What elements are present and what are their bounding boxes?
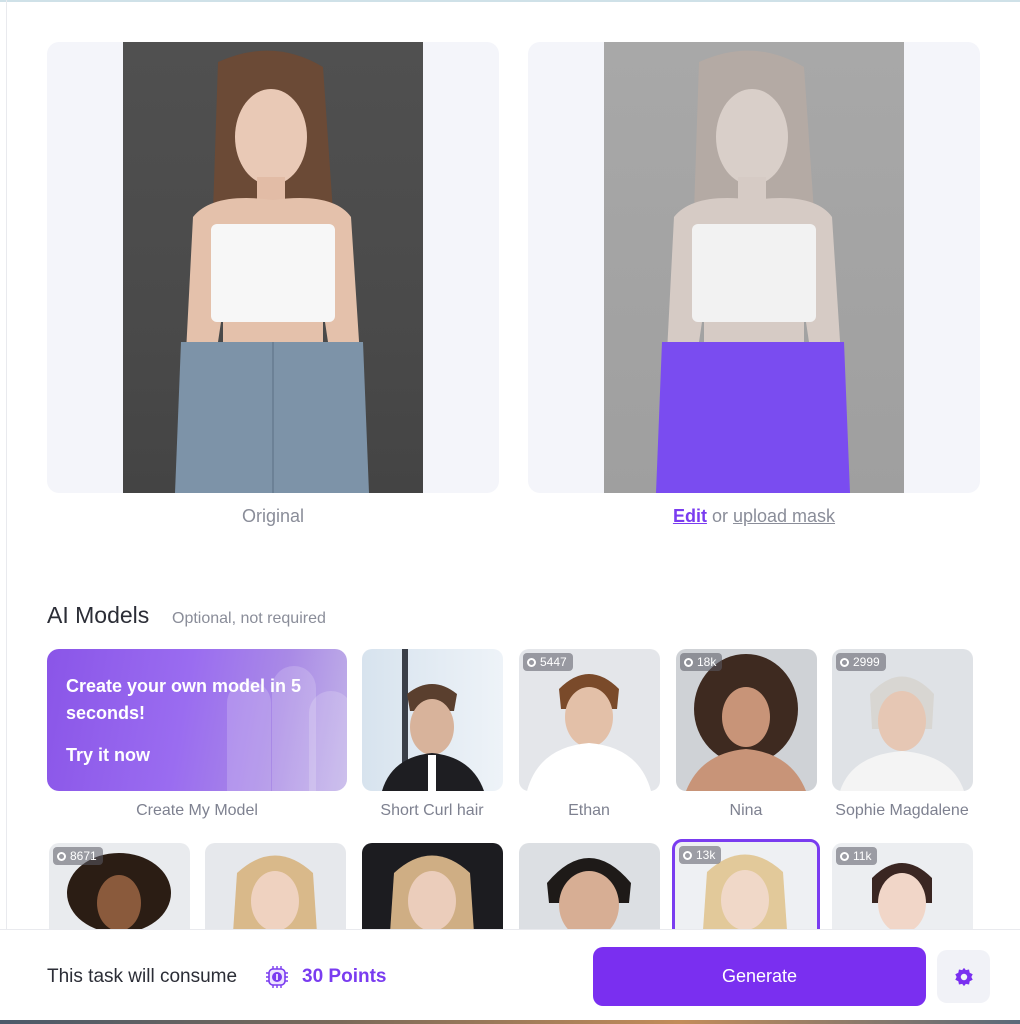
- model-card[interactable]: 11k: [832, 843, 973, 933]
- model-name: Sophie Magdalene: [835, 802, 969, 819]
- model-card-sophie-magdalene[interactable]: 2999: [832, 649, 973, 791]
- create-model-title: Create your own model in 5 seconds!: [66, 676, 302, 723]
- usage-count-badge: 8671: [53, 847, 103, 865]
- model-name: Nina: [729, 802, 763, 819]
- edit-mask-link[interactable]: Edit: [673, 506, 707, 526]
- original-photo: [123, 42, 423, 493]
- star-circle-icon: [527, 657, 536, 667]
- coin-chip-icon: [266, 966, 288, 988]
- model-name: Short Curl hair: [380, 802, 484, 819]
- model-card[interactable]: 8671: [49, 843, 190, 933]
- create-model-name: Create My Model: [136, 802, 258, 819]
- mask-preview-panel[interactable]: [528, 42, 980, 493]
- top-divider: [0, 0, 1020, 2]
- decor-figure: [309, 691, 347, 791]
- points-cost: 30 Points: [302, 966, 387, 987]
- original-caption: Original: [241, 506, 305, 526]
- model-card-nina[interactable]: 18k: [676, 649, 817, 791]
- model-card[interactable]: [362, 843, 503, 933]
- gear-icon: [954, 967, 973, 986]
- usage-count-badge: 13k: [679, 846, 722, 864]
- star-circle-icon: [840, 851, 849, 861]
- ai-models-title: AI Models: [47, 602, 150, 628]
- original-preview-panel: [47, 42, 499, 493]
- usage-count-badge: 18k: [680, 653, 723, 671]
- model-name: Ethan: [568, 802, 610, 819]
- star-circle-icon: [57, 851, 66, 861]
- create-model-card[interactable]: Create your own model in 5 seconds! Try …: [47, 649, 347, 791]
- try-it-now-button[interactable]: Try it now: [66, 745, 150, 766]
- masked-photo: [604, 42, 904, 493]
- usage-count-badge: 11k: [836, 847, 878, 865]
- star-circle-icon: [683, 850, 692, 860]
- model-card[interactable]: [205, 843, 346, 933]
- left-divider: [6, 0, 7, 1024]
- upload-mask-link[interactable]: upload mask: [733, 506, 835, 526]
- bottom-edge-strip: [0, 1020, 1020, 1024]
- consume-text: This task will consume: [47, 966, 238, 987]
- generate-button[interactable]: Generate: [593, 947, 926, 1006]
- generate-footer: This task will consume 30 Points Generat…: [0, 929, 1020, 1020]
- model-card-ethan[interactable]: 5447: [519, 649, 660, 791]
- model-card-short-curl-hair[interactable]: [362, 649, 503, 791]
- or-text: or: [711, 506, 728, 526]
- usage-count-badge: 2999: [836, 653, 886, 671]
- mask-caption: Edit or upload mask: [528, 506, 980, 527]
- ai-models-subtitle: Optional, not required: [172, 610, 326, 627]
- star-circle-icon: [840, 657, 849, 667]
- mask-region: [656, 342, 850, 493]
- model-card[interactable]: [519, 843, 660, 933]
- star-circle-icon: [684, 657, 693, 667]
- settings-button[interactable]: [937, 950, 990, 1003]
- model-card-selected[interactable]: 13k: [672, 839, 820, 933]
- usage-count-badge: 5447: [523, 653, 573, 671]
